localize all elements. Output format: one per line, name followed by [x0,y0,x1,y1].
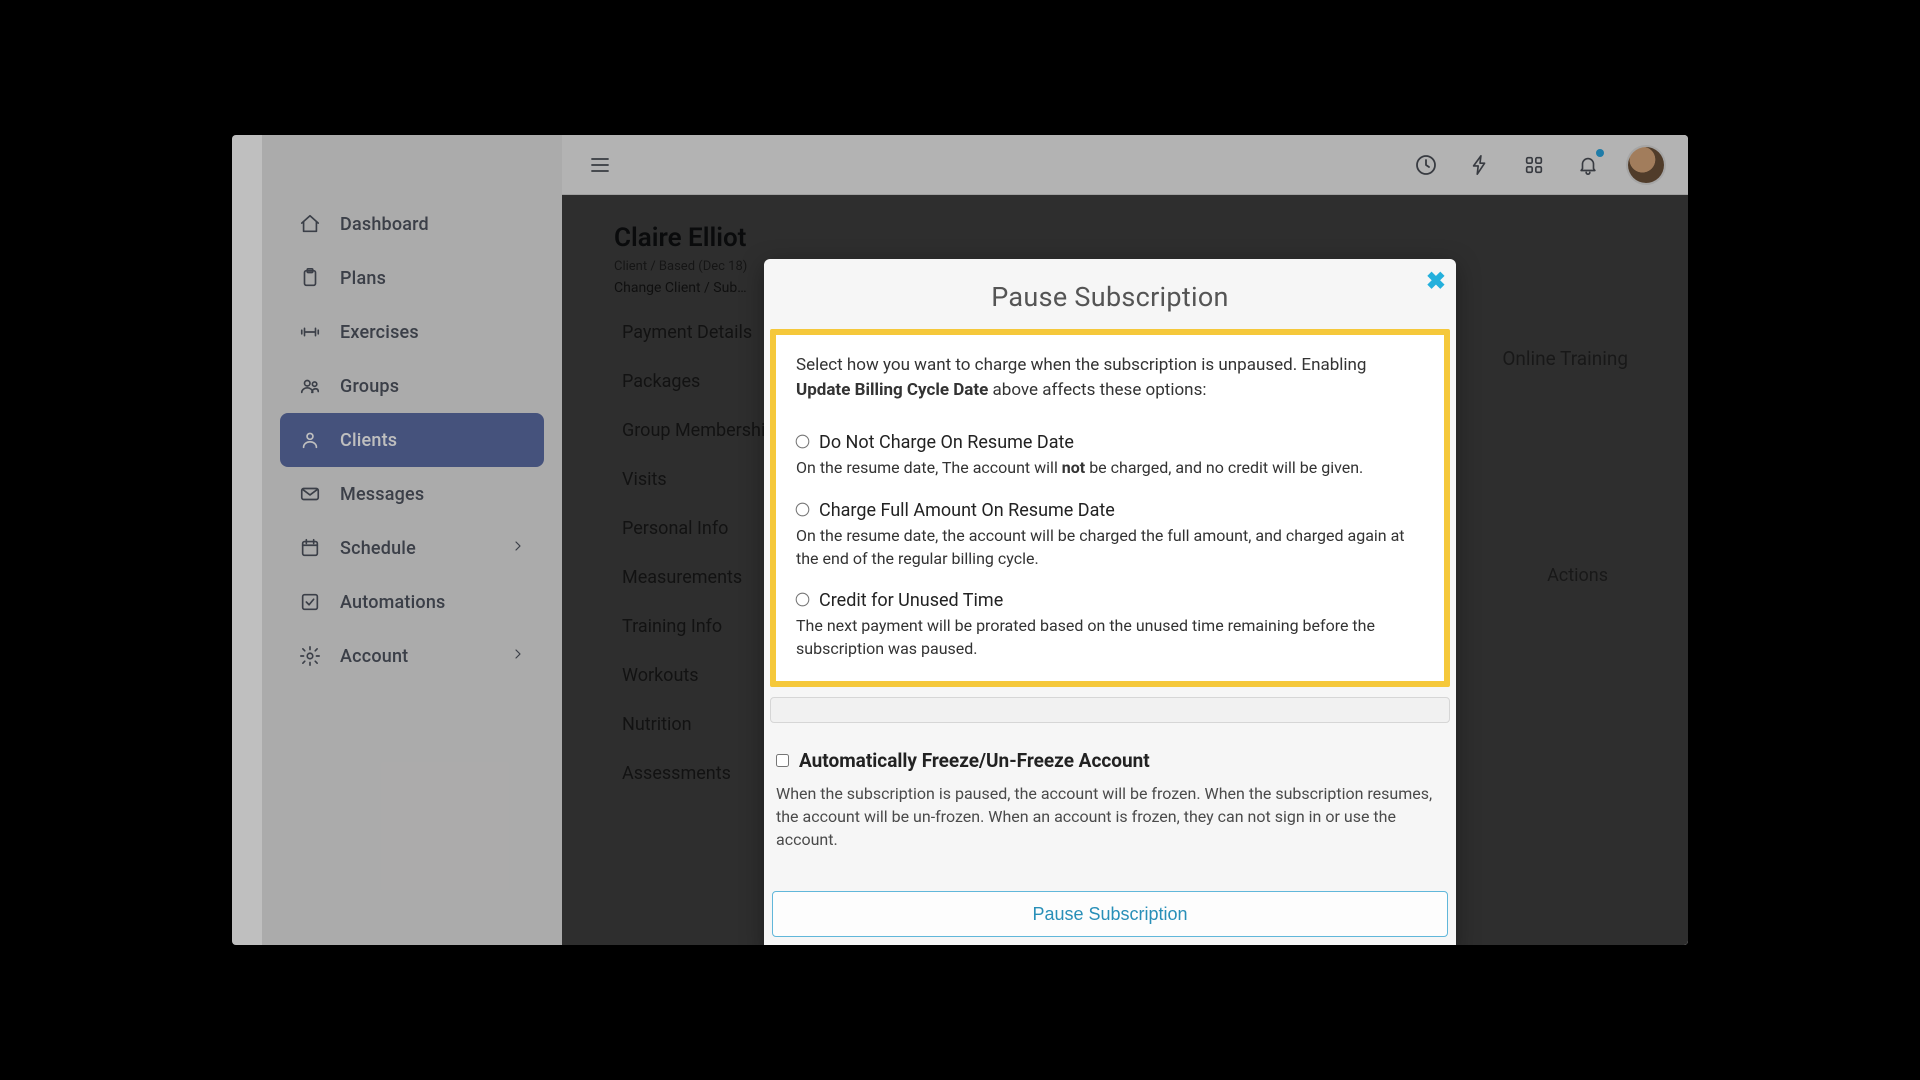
users-icon [298,374,322,398]
intro-text: Select how you want to charge when the s… [796,353,1424,402]
mail-icon [298,482,322,506]
modal-title: Pause Subscription [764,259,1456,329]
radio-input[interactable] [796,593,810,607]
check-square-icon [298,590,322,614]
sidebar-item-label: Automations [340,592,446,613]
sidebar-item-schedule[interactable]: Schedule [280,521,544,575]
sidebar-item-exercises[interactable]: Exercises [280,305,544,359]
sidebar-item-label: Clients [340,430,397,451]
sidebar-item-label: Groups [340,376,399,397]
bolt-icon[interactable] [1466,151,1494,179]
home-icon [298,212,322,236]
sidebar-item-clients[interactable]: Clients [280,413,544,467]
sidebar-item-account[interactable]: Account [280,629,544,683]
sidebar-item-label: Exercises [340,322,419,343]
client-name: Claire Elliot [614,223,1648,253]
bell-icon[interactable] [1574,151,1602,179]
option-desc: The next payment will be prorated based … [796,615,1424,660]
sidebar-item-label: Account [340,646,408,667]
desc-bold: not [1062,458,1085,477]
option-desc: On the resume date, The account will not… [796,457,1424,480]
avatar[interactable] [1628,147,1664,183]
intro-bold: Update Billing Cycle Date [796,380,988,400]
radio-credit-unused[interactable]: Credit for Unused Time The next payment … [796,590,1424,660]
tab-online-training[interactable]: Online Training [1502,347,1628,370]
user-icon [298,428,322,452]
pause-subscription-button[interactable]: Pause Subscription [772,891,1448,937]
radio-input[interactable] [796,503,810,517]
notification-dot [1596,149,1604,157]
sidebar-item-label: Plans [340,268,386,289]
sidebar: Dashboard Plans Exercises Groups [262,135,562,945]
sidebar-item-label: Messages [340,484,424,505]
freeze-desc: When the subscription is paused, the acc… [776,782,1444,852]
option-title: Credit for Unused Time [819,590,1003,611]
dumbbell-icon [298,320,322,344]
collapsed-field[interactable] [770,697,1450,723]
sidebar-item-automations[interactable]: Automations [280,575,544,629]
option-title: Charge Full Amount On Resume Date [819,500,1115,521]
topbar [562,135,1688,195]
menu-icon[interactable] [586,151,614,179]
intro-pre: Select how you want to charge when the s… [796,355,1366,375]
radio-input[interactable] [796,435,810,449]
checkbox-auto-freeze[interactable]: Automatically Freeze/Un-Freeze Account [776,749,1444,772]
option-title: Do Not Charge On Resume Date [819,432,1074,453]
actions-heading: Actions [1547,565,1608,586]
radio-charge-full[interactable]: Charge Full Amount On Resume Date On the… [796,500,1424,570]
highlighted-section: Select how you want to charge when the s… [770,329,1450,687]
clock-icon[interactable] [1412,151,1440,179]
sidebar-item-dashboard[interactable]: Dashboard [280,197,544,251]
close-icon[interactable]: ✖ [1426,267,1446,295]
calendar-icon [298,536,322,560]
sidebar-item-plans[interactable]: Plans [280,251,544,305]
clipboard-icon [298,266,322,290]
checkbox-input[interactable] [776,754,789,767]
gear-icon [298,644,322,668]
freeze-title: Automatically Freeze/Un-Freeze Account [799,749,1150,772]
desc-pre: On the resume date, The account will [796,458,1062,477]
sidebar-item-label: Dashboard [340,214,429,235]
chevron-right-icon [510,646,526,667]
sidebar-item-groups[interactable]: Groups [280,359,544,413]
pause-subscription-modal: ✖ Pause Subscription Select how you want… [764,259,1456,945]
sidebar-item-label: Schedule [340,538,416,559]
option-desc: On the resume date, the account will be … [796,525,1424,570]
radio-do-not-charge[interactable]: Do Not Charge On Resume Date On the resu… [796,432,1424,480]
intro-post: above affects these options: [988,380,1206,400]
chevron-right-icon [510,538,526,559]
desc-post: be charged, and no credit will be given. [1085,458,1363,477]
apps-icon[interactable] [1520,151,1548,179]
sidebar-item-messages[interactable]: Messages [280,467,544,521]
